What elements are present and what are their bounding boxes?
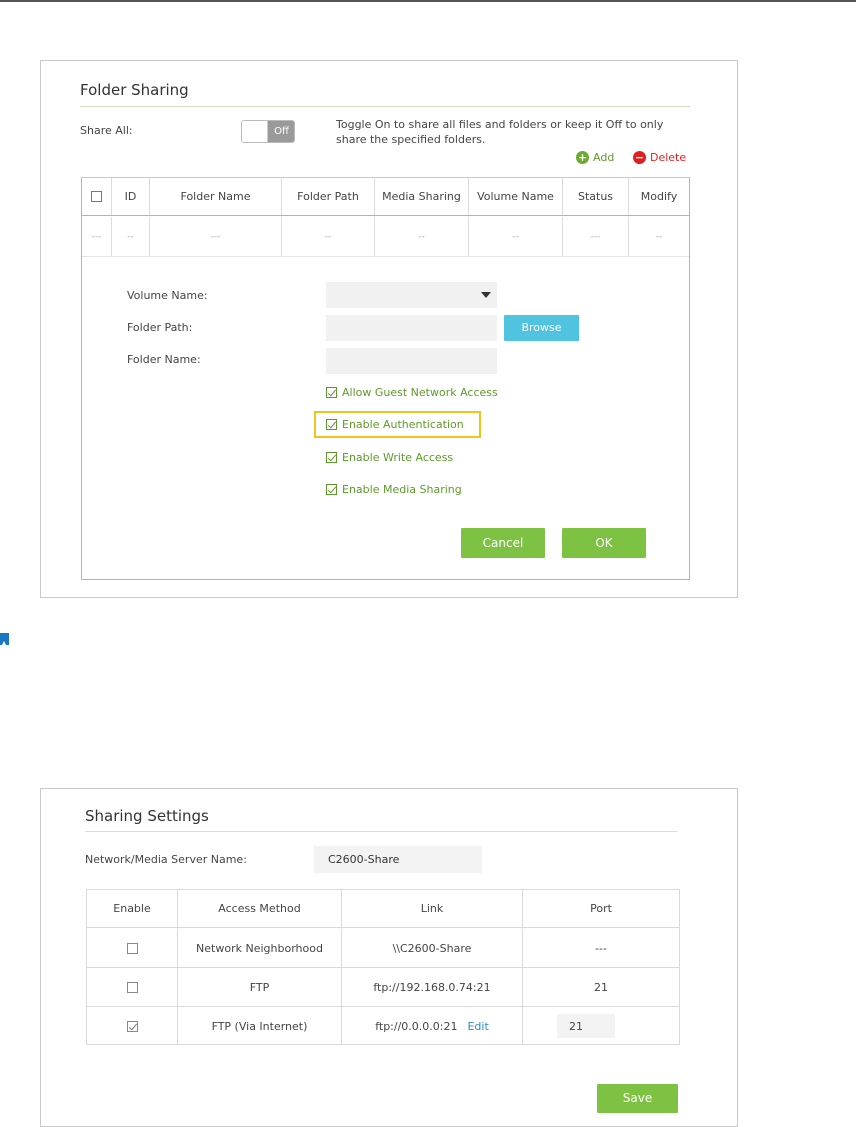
- table-cell: --: [375, 217, 469, 256]
- table-header-row: Enable Access Method Link Port: [87, 890, 679, 928]
- port-cell: 21: [594, 980, 608, 994]
- table-cell: --: [469, 217, 563, 256]
- enable-checkbox-checked[interactable]: [126, 1020, 138, 1032]
- enable-cell: [87, 929, 178, 967]
- folder-name-label: Folder Name:: [127, 353, 201, 366]
- cancel-button[interactable]: Cancel: [461, 528, 545, 558]
- folder-path-label: Folder Path:: [127, 321, 193, 334]
- option-label: Enable Write Access: [342, 451, 454, 464]
- enable-cell: [87, 1007, 178, 1045]
- folder-name-input[interactable]: [326, 348, 497, 374]
- select-all-checkbox[interactable]: [91, 191, 102, 202]
- volume-name-select[interactable]: [326, 282, 497, 308]
- option-enable-write-access[interactable]: Enable Write Access: [326, 451, 453, 464]
- folder-table: ID Folder Name Folder Path Media Sharing…: [81, 177, 690, 580]
- option-enable-authentication[interactable]: Enable Authentication: [326, 418, 464, 431]
- browse-button[interactable]: Browse: [504, 315, 579, 341]
- plus-icon: +: [576, 151, 589, 164]
- access-method-cell: Network Neighborhood: [178, 929, 342, 967]
- toggle-knob: [242, 121, 268, 142]
- sharing-settings-panel: Sharing Settings Network/Media Server Na…: [40, 788, 738, 1127]
- link-text: ftp://192.168.0.74:21: [373, 980, 491, 994]
- table-cell: ---: [563, 217, 629, 256]
- col-folder-path: Folder Path: [282, 178, 375, 215]
- link-cell: ftp://0.0.0.0:21 Edit: [342, 1007, 523, 1045]
- col-volume-name: Volume Name: [469, 178, 563, 215]
- add-label: Add: [593, 151, 615, 164]
- folder-sharing-panel: Folder Sharing Share All: Off Toggle On …: [40, 60, 738, 598]
- table-cell: --: [112, 217, 150, 256]
- col-id: ID: [112, 178, 150, 215]
- save-button[interactable]: Save: [597, 1084, 678, 1113]
- select-all-cell: [82, 178, 112, 215]
- share-all-description: Toggle On to share all files and folders…: [336, 118, 664, 146]
- folder-path-input[interactable]: [326, 315, 497, 341]
- access-method-cell: FTP: [178, 968, 342, 1006]
- port-cell: ---: [595, 941, 607, 955]
- ok-button[interactable]: OK: [562, 528, 646, 558]
- bookmark-icon: [0, 633, 9, 645]
- add-button[interactable]: + Add: [576, 151, 614, 164]
- delete-label: Delete: [650, 151, 687, 164]
- checkbox-checked[interactable]: [326, 484, 337, 495]
- col-folder-name: Folder Name: [150, 178, 282, 215]
- enable-checkbox[interactable]: [126, 942, 138, 954]
- option-enable-media-sharing[interactable]: Enable Media Sharing: [326, 483, 462, 496]
- enable-checkbox[interactable]: [126, 981, 138, 993]
- table-row: FTP (Via Internet) ftp://0.0.0.0:21 Edit…: [87, 1007, 679, 1045]
- link-cell: \\C2600-Share: [342, 929, 523, 967]
- col-enable: Enable: [87, 890, 178, 927]
- port-cell: 21: [523, 1007, 679, 1045]
- title-divider: [80, 106, 690, 107]
- share-all-label: Share All:: [80, 124, 133, 137]
- server-name-label: Network/Media Server Name:: [85, 853, 247, 866]
- col-modify: Modify: [640, 190, 678, 203]
- server-name-input[interactable]: C2600-Share: [314, 846, 482, 873]
- table-row: Network Neighborhood \\C2600-Share ---: [87, 929, 679, 968]
- col-media-sharing: Media Sharing: [375, 178, 469, 215]
- table-cell: --: [655, 231, 663, 242]
- checkbox-checked[interactable]: [326, 419, 337, 430]
- minus-icon: −: [633, 151, 646, 164]
- chevron-down-icon: [481, 292, 491, 298]
- table-row: FTP ftp://192.168.0.74:21 21: [87, 968, 679, 1007]
- col-access-method: Access Method: [178, 890, 342, 927]
- link-cell: ftp://192.168.0.74:21: [342, 968, 523, 1006]
- option-label: Allow Guest Network Access: [342, 386, 498, 399]
- option-label: Enable Authentication: [342, 418, 464, 431]
- link-text: \\C2600-Share: [392, 941, 472, 955]
- table-cell: ---: [150, 217, 282, 256]
- table-row: --- -- --- -- -- -- --- --: [82, 217, 689, 257]
- option-label: Enable Media Sharing: [342, 483, 462, 496]
- checkbox-checked[interactable]: [326, 452, 337, 463]
- link-text: ftp://0.0.0.0:21: [375, 1019, 458, 1033]
- edit-link[interactable]: Edit: [467, 1020, 488, 1033]
- toggle-state-label: Off: [268, 121, 294, 142]
- col-status: Status: [563, 178, 629, 215]
- enable-cell: [87, 968, 178, 1006]
- share-all-toggle[interactable]: Off: [241, 120, 295, 143]
- table-header-row: ID Folder Name Folder Path Media Sharing…: [82, 178, 689, 216]
- checkbox-checked[interactable]: [326, 387, 337, 398]
- access-method-cell: FTP (Via Internet): [178, 1007, 342, 1045]
- table-cell: ---: [82, 217, 112, 256]
- col-link: Link: [342, 890, 523, 927]
- title-divider: [85, 831, 677, 832]
- port-input[interactable]: 21: [557, 1014, 615, 1038]
- delete-button[interactable]: − Delete: [633, 151, 686, 164]
- panel-title: Folder Sharing: [80, 81, 189, 99]
- top-rule: [0, 0, 856, 2]
- col-port: Port: [590, 902, 612, 915]
- volume-name-label: Volume Name:: [127, 289, 208, 302]
- option-guest-network-access[interactable]: Allow Guest Network Access: [326, 386, 498, 399]
- panel-title: Sharing Settings: [85, 807, 209, 825]
- table-cell: --: [282, 217, 375, 256]
- sharing-table: Enable Access Method Link Port Network N…: [86, 889, 680, 1045]
